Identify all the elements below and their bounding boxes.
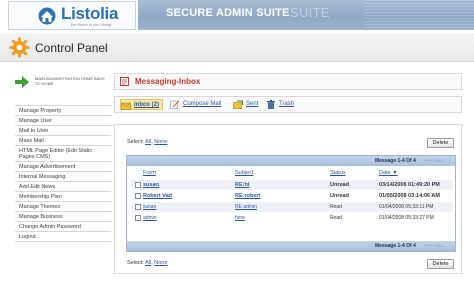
select-none-link[interactable]: None [154, 260, 167, 266]
row-subject[interactable]: RE:hi [235, 182, 249, 188]
tab-sent-label: Sent [246, 101, 259, 107]
row-status: Read [330, 204, 342, 210]
row-status: Unread [330, 193, 349, 199]
sidebar-item-change-admin-password[interactable]: Change Admin Password [15, 222, 111, 232]
row-from[interactable]: admin [143, 215, 157, 221]
house-icon [38, 7, 56, 25]
select-label: Select: [127, 260, 144, 266]
row-subject[interactable]: here [235, 215, 245, 221]
sidebar-item-manage-advertisement[interactable]: Manage Advertisement [15, 162, 111, 172]
column-date[interactable]: Date ▼ [379, 170, 398, 176]
row-from[interactable]: susan [143, 182, 159, 188]
tab-sent[interactable]: Sent [233, 99, 258, 110]
tab-compose-mail[interactable]: Compose Mail [170, 99, 221, 110]
delete-button-top[interactable]: Delete [427, 138, 454, 148]
select-label: Select: [127, 139, 144, 145]
select-separator: , [151, 260, 153, 266]
header: Listolia Be Home in the Listing SECURE A… [0, 0, 474, 32]
compose-icon [170, 100, 180, 109]
message-icon [120, 77, 129, 86]
header-banner: SECURE ADMIN SUITE SUITE [138, 0, 474, 30]
table-footer-bar: Message 1-4 Of 4 Prev Next [127, 241, 455, 251]
table-row[interactable]: admin here Read 01/04/2008 05:33:27 PM [131, 213, 453, 223]
sidebar-item-manage-business[interactable]: Manage Business [15, 212, 111, 222]
column-from[interactable]: From [143, 170, 156, 176]
section-title-bar: Messaging-Inbox [114, 73, 462, 90]
row-date: 01/04/2008 05:33:11 PM [379, 204, 434, 210]
page-title: Control Panel [35, 41, 108, 55]
row-checkbox[interactable] [135, 193, 141, 199]
sidebar-menu: Manage Property Manage User Mail to User… [15, 105, 111, 242]
row-subject[interactable]: RE:robert [235, 193, 260, 199]
sidebar-item-membership-plan[interactable]: Membership Plan [15, 192, 111, 202]
column-status[interactable]: Status [330, 170, 346, 176]
tab-compose-label: Compose Mail [183, 101, 222, 107]
select-separator: , [151, 139, 153, 145]
banner-title: SECURE ADMIN SUITE [166, 7, 290, 19]
sent-icon [233, 100, 243, 109]
row-from[interactable]: susan [143, 204, 156, 210]
sidebar-item-manage-property[interactable]: Manage Property [15, 106, 111, 116]
column-subject[interactable]: Subject [235, 170, 253, 176]
row-from[interactable]: Robert Vad [143, 193, 172, 199]
banner-ghost-text: SUITE [290, 5, 330, 20]
table-header-bar: Message 1-4 Of 4 Prev Next [127, 156, 455, 166]
tab-trash[interactable]: Trash [266, 99, 294, 110]
row-checkbox[interactable] [135, 215, 141, 221]
select-none-link[interactable]: None [154, 139, 167, 145]
row-date: 01/04/2008 05:33:27 PM [379, 215, 434, 221]
logo-text: Listolia [61, 4, 119, 23]
section-title: Messaging-Inbox [135, 77, 201, 86]
inbox-panel: Select: All, None Delete Message 1-4 Of … [114, 124, 462, 274]
tab-inbox-label: Inbox (2) [134, 102, 159, 108]
control-panel-bar: Control Panel [0, 33, 474, 62]
row-status: Read [330, 215, 342, 221]
tab-inbox[interactable]: Inbox (2) [120, 99, 163, 110]
trash-icon [267, 100, 275, 109]
sidebar-item-add-edit-news[interactable]: Add Edit News [15, 182, 111, 192]
select-row-top: Select: All, None [127, 139, 167, 145]
row-date: 03/14/2008 01:49:20 PM [379, 182, 440, 188]
sidebar-item-manage-themes[interactable]: Manage Themes [15, 202, 111, 212]
pager-footer[interactable]: Prev Next [424, 243, 444, 248]
banner-decoration [364, 0, 474, 30]
sidebar-item-html-page-editor[interactable]: HTML Page Editor (Edit Static Pages CMS) [15, 146, 111, 162]
row-checkbox[interactable] [135, 204, 141, 210]
row-status: Unread [330, 182, 349, 188]
inbox-icon [121, 102, 131, 110]
row-subject[interactable]: RE:admin [235, 204, 257, 210]
gear-icon [9, 37, 30, 58]
delete-button-bottom[interactable]: Delete [427, 259, 454, 269]
admin-home-text: MAIN ADMINISTRATION HOME BACK TO HOME [35, 76, 105, 86]
table-row[interactable]: susan RE:admin Read 01/04/2008 05:33:11 … [131, 202, 453, 212]
sidebar-item-internal-messaging[interactable]: Internal Messaging [15, 172, 111, 182]
message-count-footer: Message 1-4 Of 4 [375, 243, 416, 249]
table-row[interactable]: susan RE:hi Unread 03/14/2008 01:49:20 P… [131, 180, 453, 190]
pager[interactable]: Prev Next [424, 158, 444, 163]
table-row[interactable]: Robert Vad RE:robert Unread 01/05/2008 0… [131, 191, 453, 201]
row-date: 01/05/2008 03:14:06 AM [379, 193, 440, 199]
admin-home-link[interactable]: MAIN ADMINISTRATION HOME BACK TO HOME [15, 74, 110, 92]
sidebar-item-manage-user[interactable]: Manage User [15, 116, 111, 126]
messaging-tabs: Inbox (2) Compose Mail Sent Trash [114, 96, 462, 113]
row-checkbox[interactable] [135, 182, 141, 188]
sidebar-item-logout[interactable]: Logout [15, 232, 111, 242]
arrow-right-icon [15, 76, 29, 88]
message-table: Message 1-4 Of 4 Prev Next From Subject … [126, 155, 456, 252]
message-count: Message 1-4 Of 4 [375, 158, 416, 164]
sidebar-item-mass-mail[interactable]: Mass Mail [15, 136, 111, 146]
logo[interactable]: Listolia Be Home in the Listing [8, 1, 136, 30]
select-row-bottom: Select: All, None [127, 260, 167, 266]
sidebar-item-mail-to-user[interactable]: Mail to User [15, 126, 111, 136]
tab-trash-label: Trash [279, 101, 295, 107]
logo-tagline: Be Home in the Listing [71, 22, 112, 27]
